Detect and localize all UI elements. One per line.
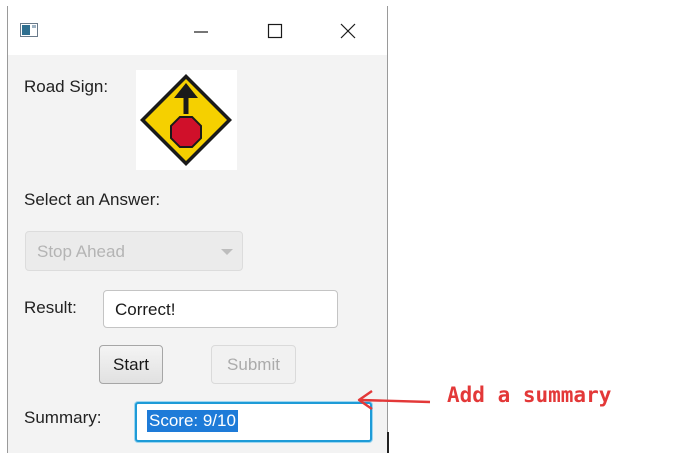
submit-button[interactable]: Submit bbox=[211, 345, 296, 384]
summary-label: Summary: bbox=[24, 408, 102, 427]
close-button[interactable] bbox=[328, 16, 368, 46]
dropdown-selected-value: Stop Ahead bbox=[37, 242, 125, 261]
chevron-down-icon bbox=[221, 249, 233, 255]
stop-ahead-sign-icon bbox=[140, 74, 232, 166]
summary-selected-text: Score: 9/10 bbox=[147, 410, 238, 432]
minimize-button[interactable] bbox=[181, 16, 221, 46]
summary-field[interactable]: Score: 9/10 bbox=[135, 402, 372, 442]
annotation-arrow-icon bbox=[357, 390, 431, 410]
result-field[interactable]: Correct! bbox=[103, 290, 338, 328]
maximize-button[interactable] bbox=[255, 16, 295, 46]
road-sign-image bbox=[136, 70, 237, 170]
divider bbox=[387, 432, 389, 453]
select-answer-label: Select an Answer: bbox=[24, 190, 161, 209]
start-button[interactable]: Start bbox=[99, 345, 163, 384]
annotation-text: Add a summary bbox=[447, 383, 612, 407]
app-icon bbox=[20, 23, 38, 42]
app-window: Road Sign: Select an Answer: Stop Ahead … bbox=[7, 6, 388, 453]
result-label: Result: bbox=[24, 298, 77, 317]
road-sign-label: Road Sign: bbox=[24, 77, 109, 96]
close-icon bbox=[340, 23, 356, 39]
minimize-icon bbox=[194, 31, 208, 33]
answer-dropdown[interactable]: Stop Ahead bbox=[25, 231, 243, 271]
maximize-icon bbox=[267, 23, 283, 39]
title-bar[interactable] bbox=[8, 6, 387, 55]
